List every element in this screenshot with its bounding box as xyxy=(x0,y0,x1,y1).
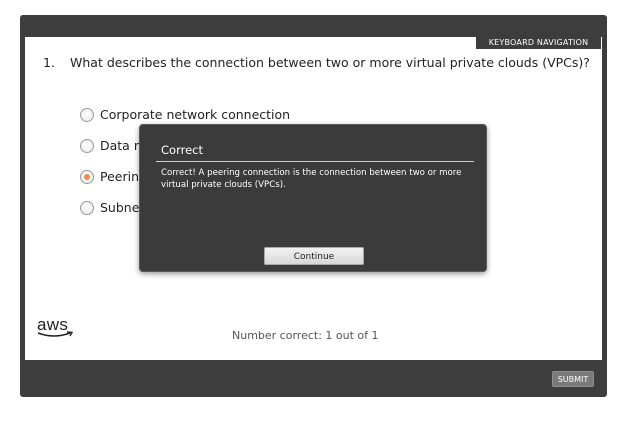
feedback-dialog: Correct Correct! A peering connection is… xyxy=(139,124,487,272)
answer-option-2[interactable]: Data n xyxy=(80,138,142,153)
answer-option-4[interactable]: Subne xyxy=(80,200,139,215)
dialog-divider xyxy=(156,161,474,162)
question-text: What describes the connection between tw… xyxy=(70,55,590,70)
answer-option-1[interactable]: Corporate network connection xyxy=(80,107,290,122)
continue-button[interactable]: Continue xyxy=(264,247,364,265)
radio-button[interactable] xyxy=(80,107,94,122)
dialog-title: Correct xyxy=(161,143,203,157)
submit-button[interactable]: SUBMIT xyxy=(552,371,594,387)
dialog-message: Correct! A peering connection is the con… xyxy=(161,168,462,190)
radio-button[interactable] xyxy=(80,200,94,215)
aws-logo: aws xyxy=(37,316,74,337)
smile-arrow-icon xyxy=(37,331,74,337)
score-text: Number correct: 1 out of 1 xyxy=(232,329,379,342)
answer-option-3[interactable]: Peerin xyxy=(80,169,139,184)
question-number: 1. xyxy=(43,55,55,70)
option-label: Data n xyxy=(100,138,142,153)
radio-button[interactable] xyxy=(80,138,94,153)
radio-button-selected[interactable] xyxy=(80,169,94,184)
keyboard-navigation-button[interactable]: KEYBOARD NAVIGATION xyxy=(476,37,601,49)
option-label: Peerin xyxy=(100,169,140,184)
option-label: Subne xyxy=(100,200,140,215)
option-label: Corporate network connection xyxy=(100,107,291,122)
